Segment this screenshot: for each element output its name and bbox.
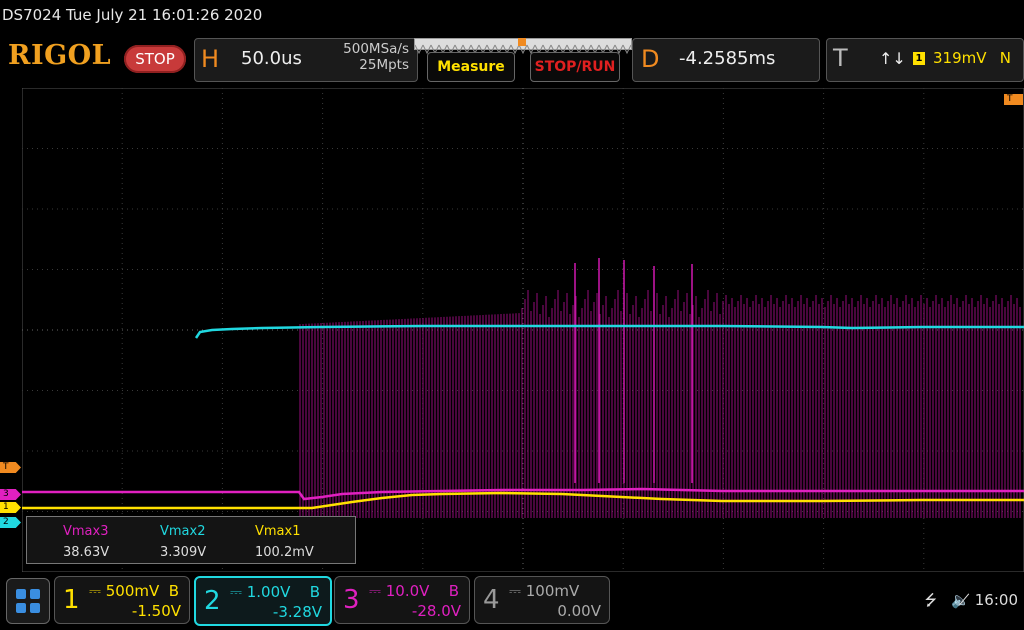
ch1-offset: -1.50V <box>131 602 181 620</box>
channel-2-panel[interactable]: 2 ⎓ 1.00V B -3.28V <box>194 576 332 626</box>
trigger-position-tag: T <box>1004 94 1023 105</box>
ch3-number: 3 <box>343 585 360 615</box>
meas-label-vmax2: Vmax2 <box>160 524 206 539</box>
horizontal-panel[interactable]: H 50.0us 500MSa/s 25Mpts <box>194 38 418 82</box>
meas-value-vmax2: 3.309V <box>160 545 207 560</box>
delay-panel[interactable]: D -4.2585ms <box>632 38 820 82</box>
ch1-scale-value: 500mV <box>105 582 160 600</box>
meas-value-vmax3: 38.63V <box>63 545 110 560</box>
grid-menu-icon <box>16 589 40 613</box>
ch4-scale: ⎓ 100mV <box>509 582 580 600</box>
trigger-position-marker <box>518 38 526 46</box>
trigger-letter: T <box>833 44 848 72</box>
trigger-level: 319mV <box>933 49 987 67</box>
model-datetime: DS7024 Tue July 21 16:01:26 2020 <box>2 6 263 24</box>
channel-3-panel[interactable]: 3 ⎓ 10.0V B -28.0V <box>334 576 470 624</box>
ch3-scale-value: 10.0V <box>385 582 430 600</box>
ch1-number: 1 <box>63 585 80 615</box>
trigger-source-badge: 1 <box>913 52 925 65</box>
ch4-scale-value: 100mV <box>525 582 580 600</box>
measurement-panel: Vmax3 38.63V Vmax2 3.309V Vmax1 100.2mV <box>26 516 356 564</box>
ch1-bw: B <box>168 582 179 600</box>
horizontal-letter: H <box>201 45 220 73</box>
stop-run-button[interactable]: STOP/RUN <box>530 52 620 82</box>
ch1-marker[interactable]: 1 <box>0 502 21 513</box>
ch2-number: 2 <box>204 586 221 616</box>
clock-time: 16:00 <box>974 591 1018 609</box>
ch3-offset: -28.0V <box>411 602 461 620</box>
waveform-display[interactable] <box>22 88 1024 572</box>
ch1-scale: ⎓ 500mV <box>89 582 160 600</box>
measure-button[interactable]: Measure <box>427 52 515 82</box>
meas-label-vmax3: Vmax3 <box>63 524 109 539</box>
ch2-offset: -3.28V <box>272 603 322 621</box>
delay-value: -4.2585ms <box>679 48 776 69</box>
ch3-bw: B <box>448 582 459 600</box>
usb-icon: ⭍ <box>924 591 937 609</box>
ch2-bw: B <box>309 583 320 601</box>
timebase-value: 50.0us <box>241 48 302 69</box>
ch2-scale-value: 1.00V <box>246 583 291 601</box>
home-menu-button[interactable] <box>6 578 50 624</box>
run-state-badge[interactable]: STOP <box>124 45 186 73</box>
sample-info: 500MSa/s 25Mpts <box>343 41 409 73</box>
ch2-marker[interactable]: 2 <box>0 517 21 528</box>
sample-rate: 500MSa/s <box>343 41 409 57</box>
ch3-marker[interactable]: 3 <box>0 489 21 500</box>
channel-4-panel[interactable]: 4 ⎓ 100mV 0.00V <box>474 576 610 624</box>
channel-1-panel[interactable]: 1 ⎓ 500mV B -1.50V <box>54 576 190 624</box>
rigol-logo: RIGOL <box>8 40 112 71</box>
meas-label-vmax1: Vmax1 <box>255 524 301 539</box>
edge-both-icon: ↑↓ <box>879 49 906 68</box>
ch2-scale: ⎓ 1.00V <box>230 583 291 601</box>
speaker-muted-icon[interactable]: 🔈̸ <box>951 591 970 609</box>
trigger-level-marker[interactable]: T <box>0 462 21 473</box>
meas-value-vmax1: 100.2mV <box>255 545 314 560</box>
ch3-scale: ⎓ 10.0V <box>369 582 430 600</box>
ch4-number: 4 <box>483 585 500 615</box>
status-area: ⭍ 🔈̸ 16:00 <box>924 590 1018 615</box>
delay-letter: D <box>641 45 660 73</box>
memory-depth: 25Mpts <box>359 57 409 73</box>
ch4-offset: 0.00V <box>557 602 601 620</box>
ch3-spikes <box>299 290 1021 518</box>
trigger-panel[interactable]: T ↑↓ 1 319mV N <box>826 38 1024 82</box>
trigger-mode: N <box>999 49 1011 67</box>
